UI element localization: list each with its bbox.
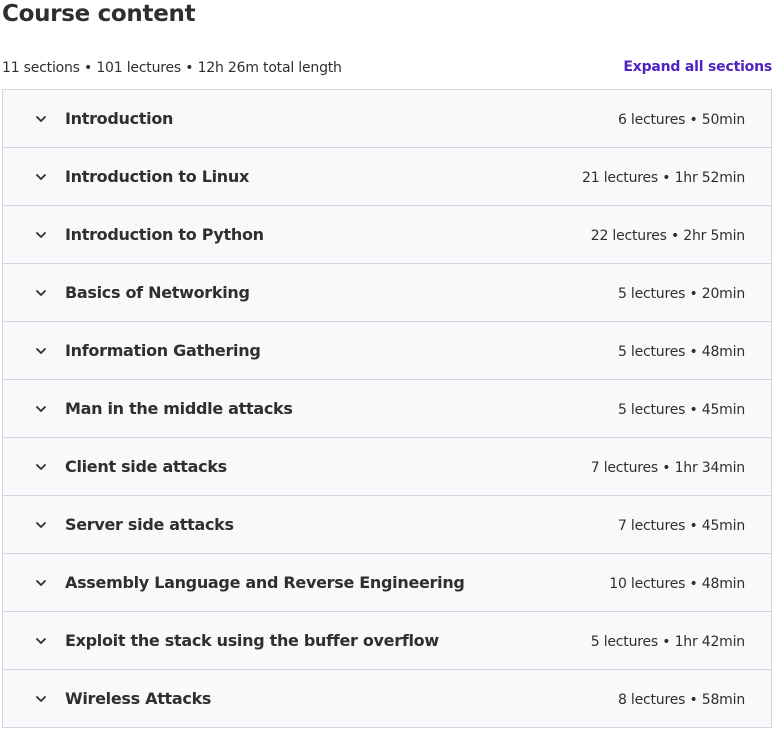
section-meta: 5 lectures • 1hr 42min — [590, 634, 745, 650]
chevron-down-icon[interactable] — [33, 459, 49, 475]
chevron-down-icon[interactable] — [33, 401, 49, 417]
chevron-down-icon[interactable] — [33, 227, 49, 243]
section-title: Introduction to Linux — [65, 167, 249, 186]
section-row[interactable]: Wireless Attacks 8 lectures • 58min — [3, 670, 771, 728]
section-title: Man in the middle attacks — [65, 399, 293, 418]
section-title: Information Gathering — [65, 341, 261, 360]
section-row[interactable]: Introduction to Python 22 lectures • 2hr… — [3, 206, 771, 264]
section-meta: 5 lectures • 48min — [617, 344, 745, 360]
section-row[interactable]: Client side attacks 7 lectures • 1hr 34m… — [3, 438, 771, 496]
chevron-down-icon[interactable] — [33, 633, 49, 649]
chevron-down-icon[interactable] — [33, 343, 49, 359]
chevron-down-icon[interactable] — [33, 111, 49, 127]
chevron-down-icon[interactable] — [33, 517, 49, 533]
section-title: Basics of Networking — [65, 283, 250, 302]
section-row[interactable]: Assembly Language and Reverse Engineerin… — [3, 554, 771, 612]
section-row[interactable]: Exploit the stack using the buffer overf… — [3, 612, 771, 670]
chevron-down-icon[interactable] — [33, 169, 49, 185]
section-row[interactable]: Basics of Networking 5 lectures • 20min — [3, 264, 771, 322]
course-meta-bar: 11 sections • 101 lectures • 12h 26m tot… — [2, 58, 772, 78]
section-row[interactable]: Man in the middle attacks 5 lectures • 4… — [3, 380, 771, 438]
page-title: Course content — [2, 1, 196, 27]
section-meta: 10 lectures • 48min — [609, 576, 745, 592]
section-title: Assembly Language and Reverse Engineerin… — [65, 573, 465, 592]
section-title: Introduction to Python — [65, 225, 264, 244]
section-row[interactable]: Introduction 6 lectures • 50min — [3, 90, 771, 148]
course-summary: 11 sections • 101 lectures • 12h 26m tot… — [2, 60, 342, 76]
expand-all-sections-button[interactable]: Expand all sections — [623, 58, 772, 76]
chevron-down-icon[interactable] — [33, 285, 49, 301]
chevron-down-icon[interactable] — [33, 691, 49, 707]
section-list: Introduction 6 lectures • 50min Introduc… — [2, 89, 772, 728]
chevron-down-icon[interactable] — [33, 575, 49, 591]
section-title: Exploit the stack using the buffer overf… — [65, 631, 439, 650]
section-title: Wireless Attacks — [65, 689, 212, 708]
section-meta: 5 lectures • 45min — [617, 402, 745, 418]
section-meta: 22 lectures • 2hr 5min — [590, 228, 745, 244]
section-meta: 7 lectures • 45min — [617, 518, 745, 534]
section-row[interactable]: Introduction to Linux 21 lectures • 1hr … — [3, 148, 771, 206]
section-meta: 6 lectures • 50min — [617, 112, 745, 128]
section-meta: 7 lectures • 1hr 34min — [590, 460, 745, 476]
section-title: Introduction — [65, 109, 174, 128]
section-title: Server side attacks — [65, 515, 234, 534]
section-meta: 5 lectures • 20min — [617, 286, 745, 302]
section-row[interactable]: Information Gathering 5 lectures • 48min — [3, 322, 771, 380]
section-row[interactable]: Server side attacks 7 lectures • 45min — [3, 496, 771, 554]
section-meta: 8 lectures • 58min — [617, 692, 745, 708]
section-title: Client side attacks — [65, 457, 227, 476]
section-meta: 21 lectures • 1hr 52min — [582, 170, 745, 186]
